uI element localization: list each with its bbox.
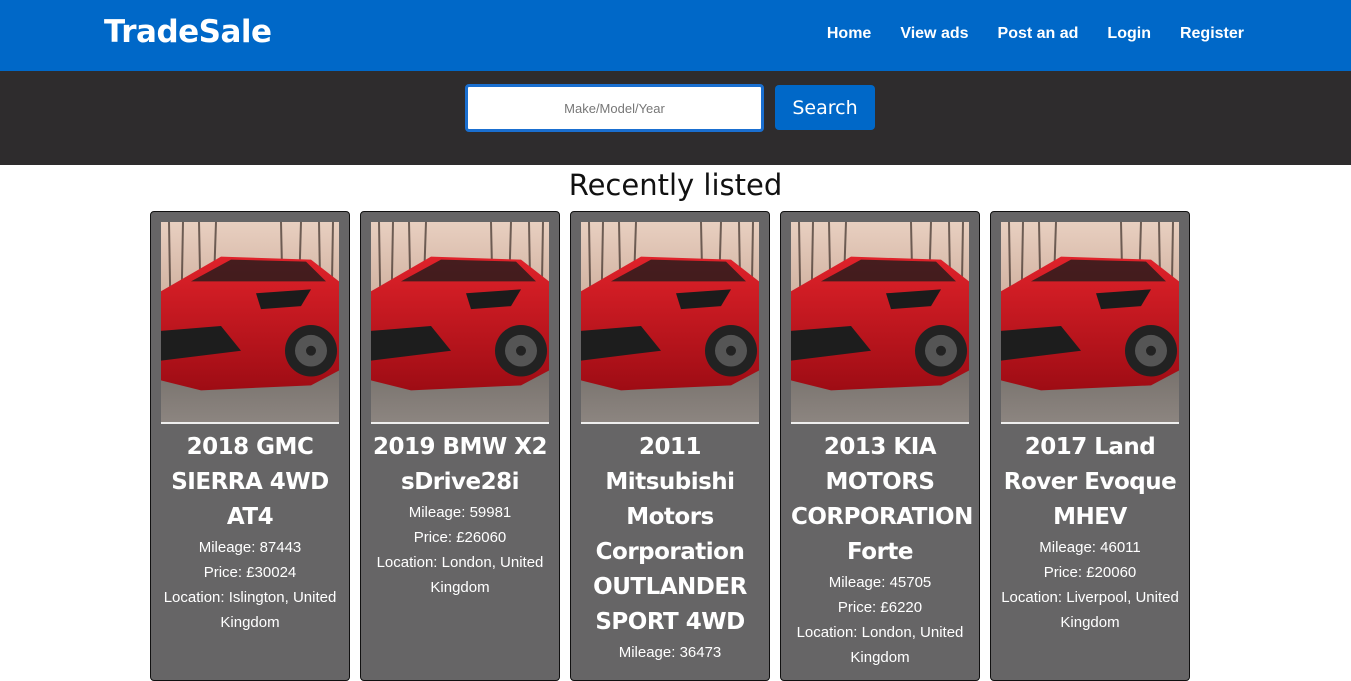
listing-location: Location: Liverpool, United Kingdom — [1001, 589, 1179, 631]
listing-mileage: Mileage: 45705 — [828, 574, 932, 591]
listing-card[interactable]: 2011 Mitsubishi Motors Corporation OUTLA… — [570, 211, 770, 681]
listing-price: Price: £20060 — [1043, 564, 1137, 581]
car-image — [161, 222, 339, 424]
listing-title: 2019 BMW X2 sDrive28i — [372, 434, 548, 495]
car-image — [791, 222, 969, 424]
listing-price: Price: £6220 — [837, 599, 923, 616]
nav-register-link[interactable]: Register — [1180, 25, 1244, 43]
listing-title: 2018 GMC SIERRA 4WD AT4 — [171, 434, 329, 530]
search-bar: Search — [0, 71, 1351, 165]
car-image — [581, 222, 759, 424]
section-title: Recently listed — [568, 168, 783, 202]
nav-home-link[interactable]: Home — [827, 25, 871, 43]
nav-login-link[interactable]: Login — [1107, 25, 1151, 43]
listing-mileage: Mileage: 87443 — [198, 539, 302, 556]
listing-location: Location: Islington, United Kingdom — [163, 589, 337, 631]
listing-title: 2017 Land Rover Evoque MHEV — [1003, 434, 1177, 530]
navbar: TradeSale Home View ads Post an ad Login… — [0, 0, 1351, 71]
nav-links: Home View ads Post an ad Login Register — [798, 25, 1244, 43]
nav-post-ad-link[interactable]: Post an ad — [998, 25, 1079, 43]
listing-title: 2011 Mitsubishi Motors Corporation OUTLA… — [593, 434, 747, 635]
car-image — [1001, 222, 1179, 424]
search-button[interactable]: Search — [775, 85, 875, 130]
listing-card[interactable]: 2018 GMC SIERRA 4WD AT4 Mileage: 87443 P… — [150, 211, 350, 681]
listing-title: 2013 KIA MOTORS CORPORATION Forte — [791, 434, 973, 565]
logo[interactable]: TradeSale — [104, 14, 272, 50]
listing-card[interactable]: 2017 Land Rover Evoque MHEV Mileage: 460… — [990, 211, 1190, 681]
listing-card[interactable]: 2019 BMW X2 sDrive28i Mileage: 59981 Pri… — [360, 211, 560, 681]
search-input[interactable] — [465, 84, 764, 132]
listing-location: Location: London, United Kingdom — [376, 554, 544, 596]
listing-price: Price: £26060 — [413, 529, 507, 546]
listing-mileage: Mileage: 46011 — [1039, 539, 1141, 556]
listing-mileage: Mileage: 59981 — [408, 504, 512, 521]
listing-cards: 2018 GMC SIERRA 4WD AT4 Mileage: 87443 P… — [150, 211, 1190, 681]
nav-view-ads-link[interactable]: View ads — [900, 25, 968, 43]
car-image — [371, 222, 549, 424]
listing-mileage: Mileage: 36473 — [618, 644, 722, 661]
listing-card[interactable]: 2013 KIA MOTORS CORPORATION Forte Mileag… — [780, 211, 980, 681]
listing-location: Location: London, United Kingdom — [796, 624, 964, 666]
listing-price: Price: £30024 — [203, 564, 297, 581]
